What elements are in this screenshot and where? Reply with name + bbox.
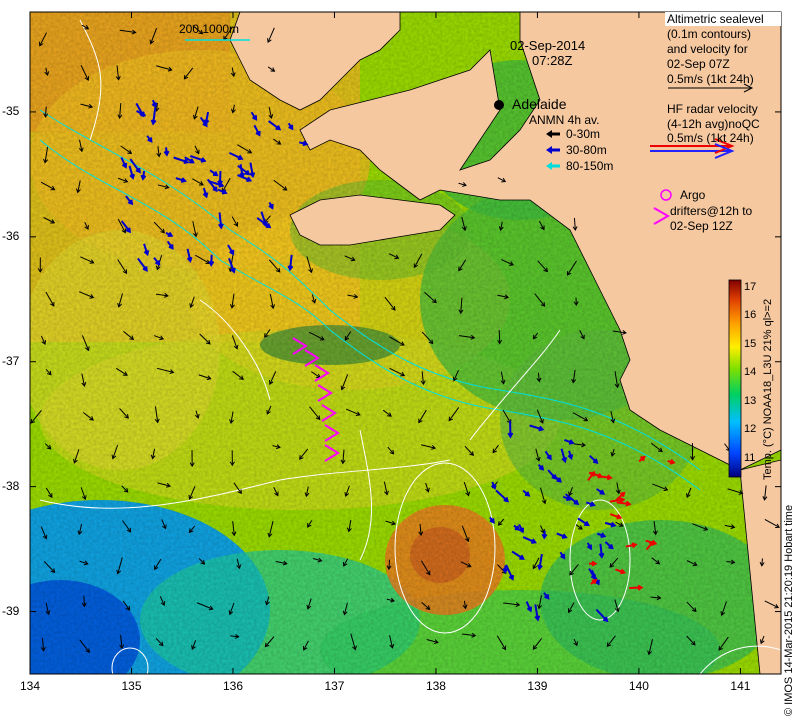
x-tick-label: 137 [324,679,345,693]
colorbar-tick-label: 17 [744,280,757,293]
map-date: 02-Sep-2014 [510,38,586,53]
x-tick-label: 140 [628,679,649,693]
colorbar-tick-label: 16 [744,309,757,322]
colorbar-tick-label: 14 [744,366,757,379]
adelaide-label: Adelaide [512,96,567,112]
colorbar-tick-label: 13 [744,394,757,407]
x-tick-label: 134 [20,679,41,693]
hf-legend-line-1: (4-12h avg)noQC [667,117,760,131]
anmn-legend-item-0: 0-30m [566,127,601,141]
x-tick-label: 141 [730,679,751,693]
y-tick-label: -38 [2,478,20,493]
x-tick-label: 138 [425,679,446,693]
sealevel-legend-line-2: and velocity for [667,42,748,56]
y-tick-label: -37 [2,353,20,368]
colorbar-tick-label: 12 [744,423,757,436]
sealevel-legend-line-0: Altimetric sealevel [667,12,764,26]
sealevel-legend-line-1: (0.1m contours) [667,27,752,41]
x-tick-label: 139 [527,679,548,693]
y-tick-label: -39 [2,603,20,618]
sealevel-legend-line-3: 02-Sep 07Z [667,57,730,71]
credit-line: © IMOS 14-Mar-2015 21:20:19 Hobart time [783,504,795,716]
anmn-legend-title: ANMN 4h av. [529,113,600,127]
map-time: 07:28Z [532,53,573,68]
x-tick-label: 136 [222,679,243,693]
colorbar-tick-label: 11 [744,451,756,464]
scale-bar-label: 200 1000m [179,22,240,36]
argo-legend-line-3: 02-Sep 12Z [670,219,733,233]
hf-legend-line-0: HF radar velocity [667,102,758,116]
argo-legend-line-1: Argo [680,188,706,202]
anmn-legend-item-1: 30-80m [566,143,607,157]
hf-legend-line-2: 0.5m/s (1kt 24h) [667,131,754,145]
colorbar [728,279,742,478]
x-tick-label: 135 [121,679,142,693]
y-tick-label: -35 [2,103,20,118]
colorbar-tick-label: 15 [744,337,757,350]
anmn-legend-item-2: 80-150m [566,159,614,173]
adelaide-marker [494,100,504,110]
sealevel-legend-line-4: 0.5m/s (1kt 24h) [667,72,754,86]
velocity-arrow [498,330,501,344]
y-tick-label: -36 [2,228,20,243]
colorbar-label: Temp. (°C) NOAA18_L3U 21% ql>=2 [762,298,774,480]
argo-legend-line-2: drifters@12h to [670,204,753,218]
